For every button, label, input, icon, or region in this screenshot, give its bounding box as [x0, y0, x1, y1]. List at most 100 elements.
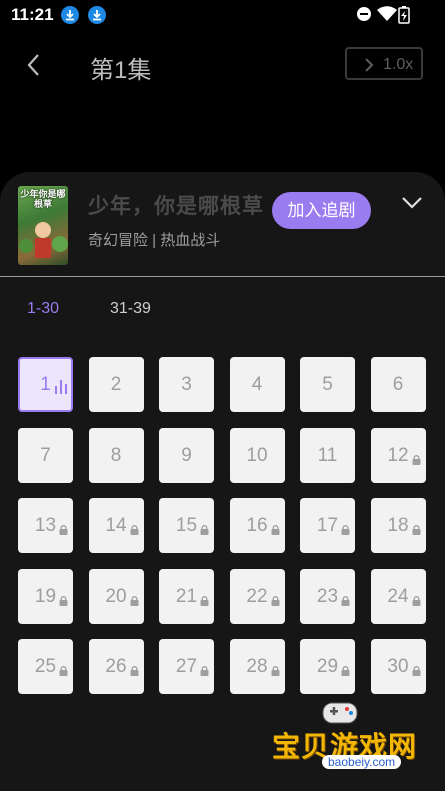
lock-icon — [59, 643, 68, 698]
lock-icon — [341, 643, 350, 698]
episode-tile[interactable]: 28 — [229, 639, 285, 694]
episode-number: 2 — [110, 374, 122, 395]
tab-range-31-39[interactable]: 31-39 — [110, 300, 151, 318]
episode-tile[interactable]: 15 — [159, 498, 214, 553]
download-icon — [88, 6, 106, 24]
episode-number: 27 — [175, 656, 198, 677]
lock-icon — [412, 502, 421, 557]
lock-icon — [59, 502, 68, 557]
lock-icon — [412, 573, 421, 628]
episode-tile[interactable]: 30 — [370, 639, 426, 694]
lock-icon — [412, 643, 421, 698]
dnd-icon — [357, 7, 371, 21]
watermark-url: baobeiy.com — [322, 755, 402, 769]
episode-number: 1 — [40, 374, 51, 395]
episode-tile[interactable]: 6 — [370, 357, 426, 412]
episode-number: 14 — [105, 515, 127, 536]
episode-number: 17 — [316, 515, 339, 536]
now-playing-icon — [55, 363, 67, 414]
lock-icon — [59, 573, 68, 628]
chevron-right-icon — [365, 58, 374, 72]
episode-number: 4 — [251, 374, 263, 395]
episode-tile[interactable]: 2 — [88, 357, 144, 412]
episode-number: 5 — [322, 374, 333, 395]
status-bar: 11:21 — [0, 0, 445, 30]
episode-number: 13 — [34, 515, 57, 536]
episode-number: 12 — [387, 444, 409, 466]
episode-number: 30 — [387, 656, 409, 677]
episode-tile[interactable]: 18 — [370, 498, 426, 553]
show-name: 少年，你是哪根草 — [88, 195, 264, 218]
episode-tile[interactable]: 13 — [18, 498, 73, 553]
episode-tile[interactable]: 8 — [88, 427, 144, 483]
episode-tile[interactable]: 19 — [18, 568, 73, 624]
lock-icon — [130, 502, 139, 557]
episode-tile[interactable]: 12 — [370, 427, 426, 483]
playback-speed-button[interactable]: 1.0x — [345, 47, 423, 80]
episode-number: 9 — [181, 444, 192, 466]
lock-icon — [200, 573, 209, 628]
episode-number: 28 — [246, 656, 268, 677]
show-poster[interactable]: 少年你是哪根草 — [18, 186, 68, 265]
episode-tile[interactable]: 7 — [18, 427, 73, 483]
episode-number: 29 — [316, 656, 339, 677]
episode-tile[interactable]: 11 — [300, 427, 355, 483]
episode-tile[interactable]: 20 — [88, 568, 144, 624]
episode-number: 8 — [110, 444, 122, 466]
episode-tile[interactable]: 1 — [18, 357, 73, 412]
episode-tile[interactable]: 3 — [159, 357, 214, 412]
lock-icon — [271, 573, 280, 628]
wifi-icon — [377, 6, 397, 21]
episode-number: 6 — [392, 374, 404, 395]
episode-number: 10 — [246, 444, 268, 466]
episode-tile[interactable]: 10 — [229, 427, 285, 483]
episode-tile[interactable]: 16 — [229, 498, 285, 553]
speed-label: 1.0x — [383, 56, 414, 73]
show-genre: 奇幻冒险 | 热血战斗 — [88, 232, 221, 249]
episode-tile[interactable]: 17 — [300, 498, 355, 553]
status-time: 11:21 — [11, 5, 54, 24]
lock-icon — [412, 432, 421, 487]
top-bar: 第1集 1.0x — [0, 40, 445, 90]
lock-icon — [341, 502, 350, 557]
episode-number: 25 — [34, 656, 57, 677]
episode-number: 24 — [387, 585, 409, 607]
episode-number: 20 — [105, 585, 127, 607]
episode-tile[interactable]: 24 — [370, 568, 426, 624]
lock-icon — [130, 643, 139, 698]
episode-tile[interactable]: 21 — [159, 568, 214, 624]
follow-button[interactable]: 加入追剧 — [272, 192, 371, 229]
episode-tile[interactable]: 25 — [18, 639, 73, 694]
download-icon — [61, 6, 79, 24]
back-icon[interactable] — [24, 53, 44, 77]
episode-number: 16 — [246, 515, 268, 536]
episode-number: 23 — [316, 585, 339, 607]
episode-tile[interactable]: 4 — [229, 357, 285, 412]
episode-tile[interactable]: 27 — [159, 639, 214, 694]
episode-tile[interactable]: 23 — [300, 568, 355, 624]
episode-number: 11 — [317, 444, 338, 466]
episode-number: 3 — [181, 374, 192, 395]
poster-art — [19, 222, 68, 258]
episode-tile[interactable]: 14 — [88, 498, 144, 553]
episode-tile[interactable]: 29 — [300, 639, 355, 694]
episode-tile[interactable]: 5 — [300, 357, 355, 412]
episode-tile[interactable]: 26 — [88, 639, 144, 694]
lock-icon — [341, 573, 350, 628]
lock-icon — [130, 573, 139, 628]
lock-icon — [200, 643, 209, 698]
watermark-logo: 宝贝游戏网 baobeiy.com — [272, 695, 422, 785]
divider — [0, 276, 445, 277]
tab-range-1-30[interactable]: 1-30 — [27, 300, 59, 318]
episode-number: 22 — [246, 585, 268, 607]
episode-number: 21 — [175, 585, 198, 607]
episode-tile[interactable]: 9 — [159, 427, 214, 483]
gamepad-icon — [322, 702, 358, 724]
episode-number: 18 — [387, 515, 409, 536]
lock-icon — [271, 502, 280, 557]
episode-tile[interactable]: 22 — [229, 568, 285, 624]
chevron-down-icon[interactable] — [401, 196, 423, 210]
episode-number: 7 — [40, 444, 51, 466]
episode-number: 19 — [34, 585, 57, 607]
page-title: 第1集 — [90, 57, 152, 84]
